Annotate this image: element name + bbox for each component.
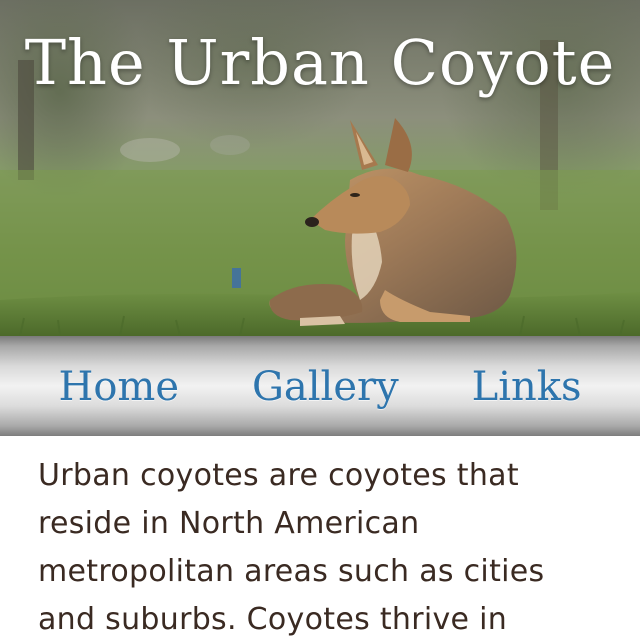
site-title: The Urban Coyote (24, 26, 616, 99)
intro-paragraph: Urban coyotes are coyotes that reside in… (38, 458, 545, 637)
nav-link-gallery[interactable]: Gallery (252, 362, 399, 410)
nav-link-links[interactable]: Links (472, 362, 582, 410)
hero-banner: The Urban Coyote (0, 0, 640, 336)
nav-link-home[interactable]: Home (58, 362, 179, 410)
page: The Urban Coyote Home Gallery Links Urba… (0, 0, 640, 640)
main-nav: Home Gallery Links (0, 336, 640, 436)
main-content: Urban coyotes are coyotes that reside in… (38, 452, 598, 640)
